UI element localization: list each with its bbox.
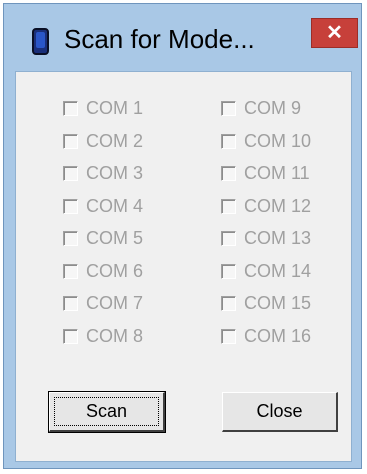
- com-port-label: COM 16: [244, 325, 312, 346]
- com-port-checkbox[interactable]: COM 2: [63, 129, 143, 153]
- focus-rect: [54, 397, 159, 426]
- com-port-checkbox[interactable]: COM 4: [63, 194, 143, 218]
- checkbox-box[interactable]: [63, 165, 78, 181]
- dialog-client-area: COM 1 COM 2 COM 3 COM 4 COM 5 COM 6 COM 7 COM 8…: [15, 71, 352, 462]
- com-port-checkbox[interactable]: COM 10: [221, 129, 311, 153]
- com-port-checkbox[interactable]: COM 12: [221, 194, 311, 218]
- com-port-checkbox[interactable]: COM 8: [63, 324, 143, 348]
- com-port-label: COM 12: [244, 195, 312, 216]
- com-port-checkbox[interactable]: COM 6: [63, 259, 143, 283]
- close-button[interactable]: Close: [222, 392, 338, 432]
- com-port-label: COM 7: [86, 292, 144, 313]
- close-window-button[interactable]: ✕: [311, 18, 358, 48]
- checkbox-box[interactable]: [63, 230, 78, 246]
- com-port-label: COM 15: [244, 292, 312, 313]
- device-icon: [32, 28, 49, 55]
- checkbox-box[interactable]: [63, 133, 78, 149]
- com-port-checkbox[interactable]: COM 15: [221, 291, 311, 315]
- com-port-label: COM 9: [244, 97, 302, 118]
- checkbox-box[interactable]: [221, 133, 236, 149]
- com-port-label: COM 1: [86, 97, 144, 118]
- close-button-label: Close: [256, 401, 303, 421]
- com-port-checkbox[interactable]: COM 5: [63, 226, 143, 250]
- com-port-label: COM 6: [86, 260, 144, 281]
- checkbox-box[interactable]: [63, 198, 78, 214]
- com-port-checkbox[interactable]: COM 11: [221, 161, 310, 185]
- scan-button[interactable]: Scan: [48, 391, 166, 433]
- com-port-checkbox[interactable]: COM 3: [63, 161, 143, 185]
- com-port-checkbox[interactable]: COM 16: [221, 324, 311, 348]
- com-port-checkbox[interactable]: COM 13: [221, 226, 311, 250]
- com-port-checkbox[interactable]: COM 14: [221, 259, 311, 283]
- com-port-label: COM 2: [86, 130, 144, 151]
- com-port-label: COM 3: [86, 162, 144, 183]
- checkbox-box[interactable]: [63, 295, 78, 311]
- checkbox-box[interactable]: [63, 100, 78, 116]
- checkbox-box[interactable]: [221, 165, 236, 181]
- com-port-checkbox[interactable]: COM 1: [63, 96, 143, 120]
- com-port-label: COM 13: [244, 227, 312, 248]
- checkbox-box[interactable]: [221, 230, 236, 246]
- com-port-label: COM 11: [244, 162, 310, 183]
- com-port-label: COM 8: [86, 325, 144, 346]
- com-port-checkbox[interactable]: COM 7: [63, 291, 143, 315]
- checkbox-box[interactable]: [221, 295, 236, 311]
- com-port-label: COM 5: [86, 227, 144, 248]
- checkbox-box[interactable]: [63, 263, 78, 279]
- scan-dialog-window: Scan for Mode... ✕ COM 1 COM 2 COM 3 COM 4C…: [3, 3, 362, 469]
- checkbox-box[interactable]: [221, 100, 236, 116]
- com-port-label: COM 10: [244, 130, 312, 151]
- checkbox-box[interactable]: [221, 328, 236, 344]
- com-port-label: COM 14: [244, 260, 312, 281]
- com-port-checkbox[interactable]: COM 9: [221, 96, 301, 120]
- com-port-label: COM 4: [86, 195, 144, 216]
- checkbox-box[interactable]: [221, 198, 236, 214]
- window-title: Scan for Mode...: [64, 24, 255, 54]
- checkbox-box[interactable]: [63, 328, 78, 344]
- checkbox-box[interactable]: [221, 263, 236, 279]
